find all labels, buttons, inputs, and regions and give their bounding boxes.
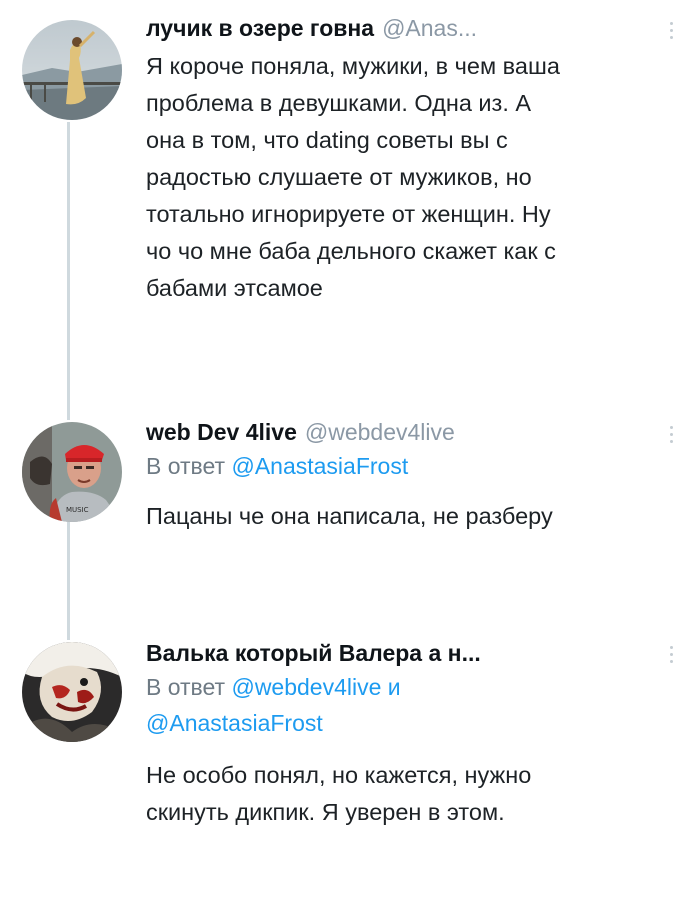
- more-options-icon[interactable]: [668, 426, 674, 443]
- reply-context: В ответ @AnastasiaFrost: [146, 448, 660, 484]
- tweet-thread: лучик в озере говна @Anas... Я короче по…: [0, 0, 700, 900]
- tweet[interactable]: Валька который Валера а н... В ответ @we…: [0, 620, 700, 900]
- avatar[interactable]: MUSIC: [22, 422, 122, 522]
- more-options-icon[interactable]: [668, 22, 674, 39]
- mention-link[interactable]: @AnastasiaFrost: [231, 453, 408, 479]
- avatar[interactable]: [22, 642, 122, 742]
- display-name[interactable]: web Dev 4live: [146, 417, 297, 447]
- profile-photo-dark-art-icon: [22, 642, 122, 742]
- profile-photo-man-red-cap-icon: MUSIC: [22, 422, 122, 522]
- avatar[interactable]: [22, 20, 122, 120]
- tweet-text: Я короче поняла, мужики, в чем ваша проб…: [146, 53, 560, 301]
- tweet-text: Пацаны че она написала, не разберу: [146, 503, 553, 529]
- tweet[interactable]: лучик в озере говна @Anas... Я короче по…: [0, 0, 700, 400]
- mention-link[interactable]: @webdev4live: [231, 674, 381, 700]
- more-options-icon[interactable]: [668, 646, 674, 663]
- reply-prefix: В ответ: [146, 674, 232, 700]
- tweet-text: Не особо понял, но кажется, нужно скинут…: [146, 762, 532, 825]
- reply-prefix: В ответ: [146, 453, 232, 479]
- user-handle[interactable]: @Anas...: [382, 13, 477, 43]
- mention-link[interactable]: @AnastasiaFrost: [146, 710, 323, 736]
- user-handle[interactable]: @webdev4live: [305, 417, 455, 447]
- display-name[interactable]: Валька который Валера а н...: [146, 638, 481, 668]
- tweet[interactable]: MUSIC web Dev 4live @webdev4live В ответ…: [0, 400, 700, 620]
- display-name[interactable]: лучик в озере говна: [146, 13, 374, 43]
- reply-context: В ответ @webdev4live и @AnastasiaFrost: [146, 669, 660, 741]
- svg-text:MUSIC: MUSIC: [66, 506, 89, 514]
- reply-conjunction: и: [381, 674, 401, 700]
- profile-photo-woman-dress-icon: [22, 20, 122, 120]
